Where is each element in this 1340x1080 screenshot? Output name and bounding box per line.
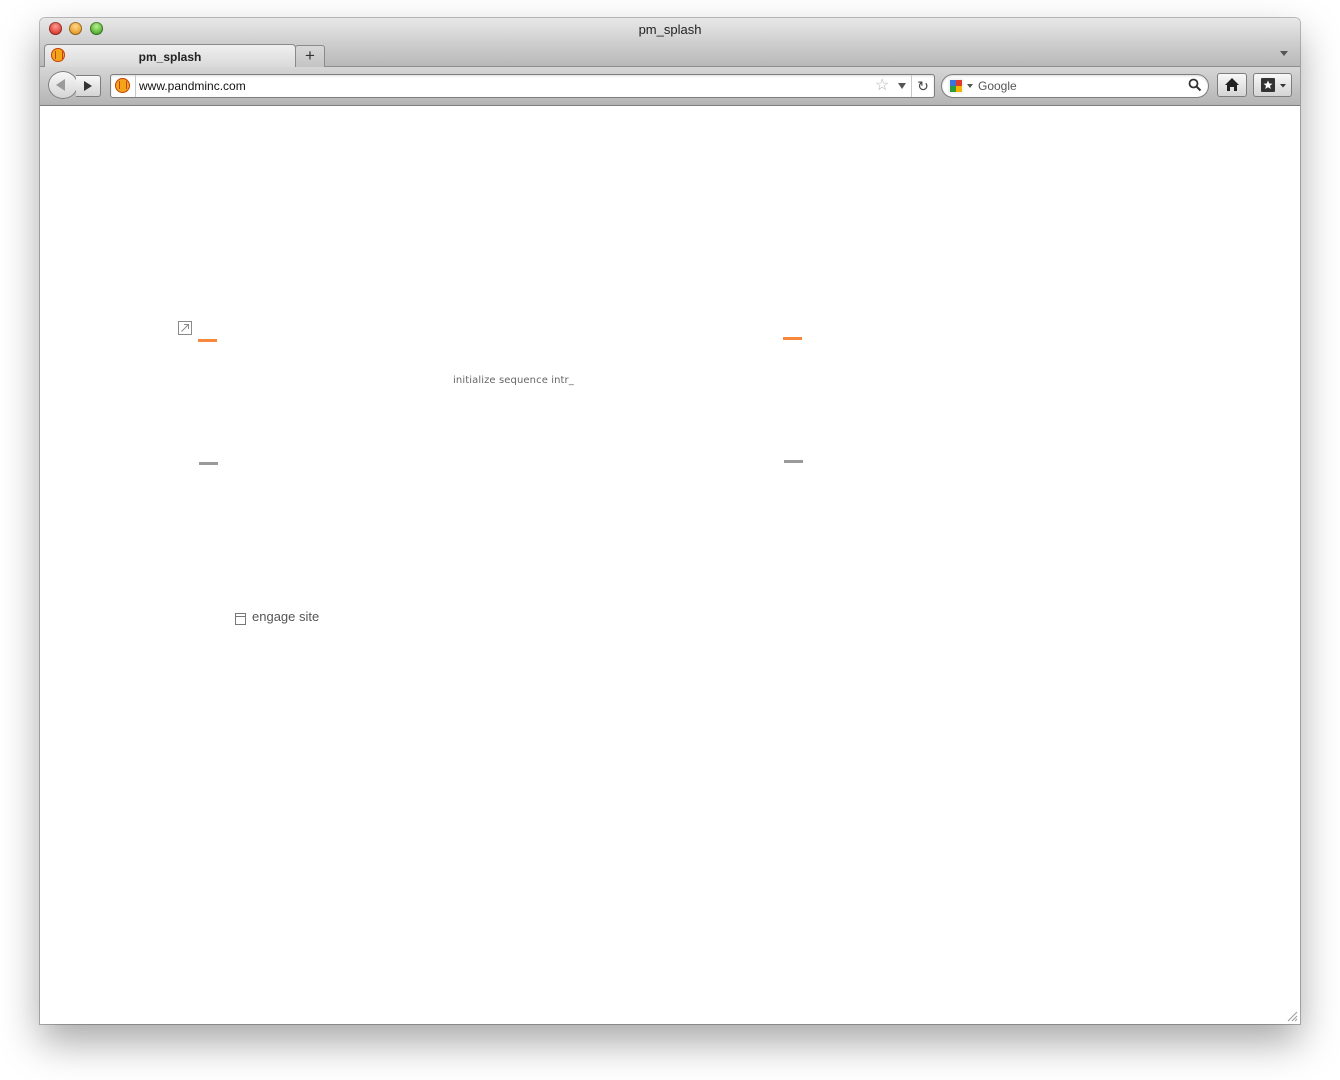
back-button[interactable] (48, 71, 78, 99)
frame-corner-top-right (783, 337, 802, 340)
google-engine-icon[interactable] (948, 78, 964, 94)
new-tab-button[interactable]: + (295, 45, 325, 67)
history-dropdown-icon[interactable] (898, 83, 906, 89)
navigation-toolbar: www.pandminc.com ☆ ↻ Google (40, 67, 1300, 106)
url-text[interactable]: www.pandminc.com (139, 79, 246, 93)
address-bar[interactable]: www.pandminc.com ☆ ↻ (110, 74, 935, 98)
search-bar[interactable]: Google (941, 74, 1209, 98)
tab-pm-splash[interactable]: pm_splash (44, 44, 296, 68)
expand-icon[interactable] (178, 321, 192, 335)
title-bar: pm_splash (40, 18, 1300, 42)
loading-status-text: initialize sequence intr_ (453, 375, 574, 386)
page-content: initialize sequence intr_ engage site (40, 106, 1300, 1024)
frame-corner-bottom-left (199, 462, 218, 465)
tab-label: pm_splash (138, 50, 202, 64)
browser-window: pm_splash pm_splash + www.pandminc.com ☆… (40, 18, 1300, 1024)
site-identity-icon[interactable] (115, 78, 130, 93)
tab-list-dropdown-icon[interactable] (1280, 51, 1288, 56)
search-engine-dropdown-icon[interactable] (967, 84, 973, 88)
search-icon[interactable] (1188, 78, 1202, 92)
forward-button[interactable] (76, 75, 101, 97)
home-icon (1225, 78, 1239, 91)
window-icon (235, 613, 246, 625)
address-separator (135, 75, 136, 97)
tab-strip: pm_splash + (40, 42, 1300, 68)
frame-corner-bottom-right (784, 460, 803, 463)
bookmarks-button[interactable] (1253, 73, 1292, 97)
window-title: pm_splash (638, 22, 702, 37)
engage-site-label: engage site (252, 609, 320, 624)
reload-button[interactable]: ↻ (911, 75, 934, 97)
frame-corner-top-left (198, 339, 217, 342)
bookmarks-icon (1261, 78, 1286, 92)
bookmark-star-icon[interactable]: ☆ (875, 76, 889, 96)
home-button[interactable] (1217, 73, 1247, 97)
search-input[interactable]: Google (978, 79, 1017, 93)
resize-grip-icon[interactable] (1287, 1011, 1298, 1022)
